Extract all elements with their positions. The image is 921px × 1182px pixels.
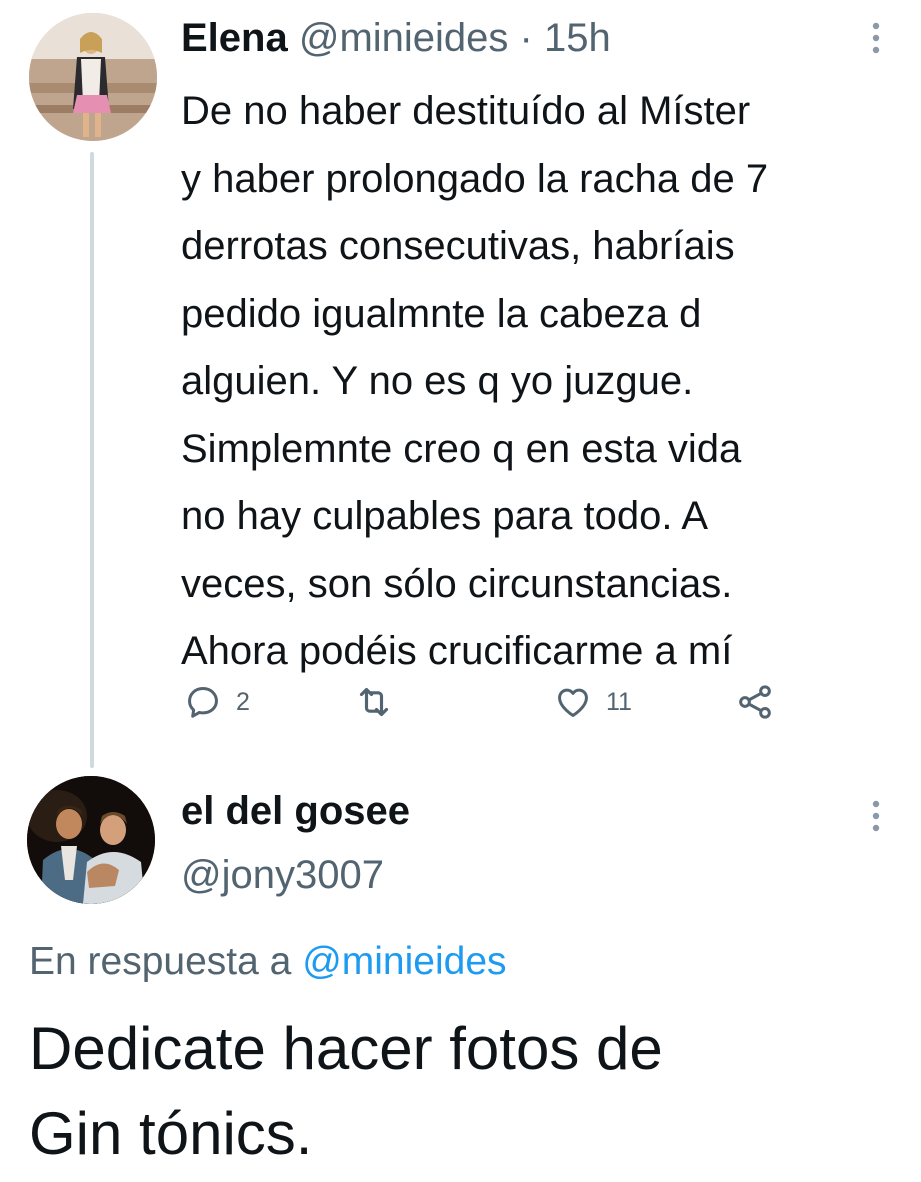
reply-tweet-text: Dedicate hacer fotos de Gin tónics.: [29, 1006, 899, 1176]
tweet-text-line: y haber prolongado la racha de 7: [181, 156, 769, 201]
share-button[interactable]: [735, 680, 775, 724]
parent-tweet-text: De no haber destituído al Míster y haber…: [181, 78, 896, 686]
reply-author-name[interactable]: el del gosee: [181, 785, 410, 837]
parent-author-name[interactable]: Elena: [181, 16, 288, 60]
parent-tweet-header: Elena @minieides · 15h: [181, 10, 611, 66]
share-icon: [739, 685, 771, 719]
reply-context-prefix: En respuesta a: [29, 940, 292, 983]
header-separator: ·: [519, 16, 533, 60]
reply-author-handle[interactable]: @jony3007: [181, 849, 384, 901]
parent-author-handle[interactable]: @minieides: [299, 16, 509, 60]
tweet-text-line: Gin tónics.: [29, 1100, 313, 1167]
reply-count: 2: [236, 687, 250, 716]
retweet-icon: [359, 687, 389, 717]
tweet-text-line: De no haber destituído al Míster: [181, 89, 751, 133]
tweet-text-line: pedido igualmnte la cabeza d: [181, 291, 702, 336]
tweet-text-line: derrotas consecutivas, habríais: [181, 224, 735, 268]
thread-connector-line: [90, 152, 94, 768]
heart-icon: [558, 688, 588, 717]
reply-context: En respuesta a @minieides: [29, 935, 507, 989]
more-vertical-icon: [872, 22, 880, 54]
user-avatar-photo: [27, 776, 155, 904]
tweet-text-line: veces, son sólo circunstancias.: [181, 561, 733, 606]
user-avatar-photo: [29, 13, 157, 141]
reply-author-avatar[interactable]: [27, 776, 155, 904]
like-button[interactable]: 11: [554, 680, 632, 724]
reply-more-button[interactable]: [864, 796, 888, 836]
tweet-text-line: Ahora podéis crucificarme a mí: [181, 629, 733, 673]
parent-tweet-time[interactable]: 15h: [544, 16, 611, 60]
like-count: 11: [606, 687, 632, 716]
more-vertical-icon: [872, 800, 880, 832]
parent-more-button[interactable]: [864, 18, 888, 58]
tweet-text-line: Dedicate hacer fotos de: [29, 1015, 663, 1082]
retweet-button[interactable]: [354, 680, 394, 724]
tweet-text-line: alguien. Y no es q yo juzgue.: [181, 359, 694, 403]
reply-icon: [188, 687, 218, 718]
parent-author-avatar[interactable]: [29, 13, 157, 141]
reply-button[interactable]: 2: [184, 680, 250, 724]
reply-context-mention-link[interactable]: @minieides: [302, 940, 506, 983]
tweet-text-line: Simplemnte creo q en esta vida: [181, 426, 742, 471]
tweet-text-line: no hay culpables para todo. A: [181, 494, 709, 538]
